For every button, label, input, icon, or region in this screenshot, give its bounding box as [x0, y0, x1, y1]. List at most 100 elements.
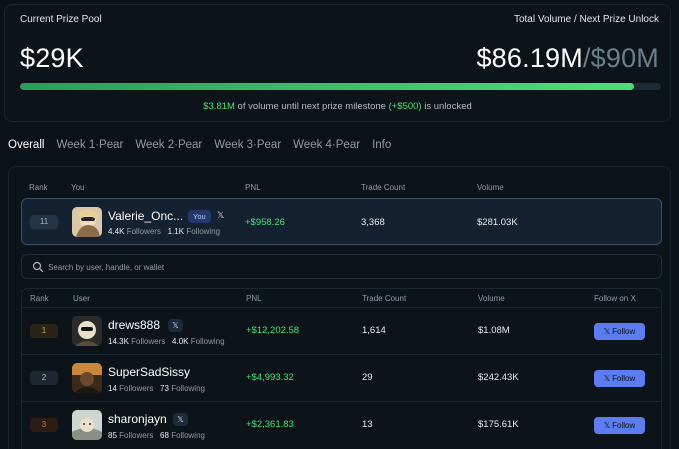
avatar-image — [72, 410, 102, 440]
you-header-you: You — [71, 183, 85, 192]
username[interactable]: SuperSadSissy — [108, 365, 190, 379]
following-label: Following — [171, 384, 205, 393]
table-row[interactable]: 2 SuperSadSissy 14 Followers 73 Followin… — [22, 354, 661, 401]
rank-badge: 1 — [30, 324, 58, 338]
rank-badge: 2 — [30, 371, 58, 385]
tab-week-4[interactable]: Week 4·Pear — [293, 139, 360, 151]
following-label: Following — [186, 227, 221, 236]
x-icon: 𝕏 — [603, 421, 611, 430]
header-user: User — [73, 294, 90, 303]
you-header-rank: Rank — [29, 183, 48, 192]
prize-pool-value: $29K — [20, 43, 84, 73]
table-row[interactable]: 3 sharonjayn 𝕏 85 Followers 68 Following… — [22, 401, 661, 448]
followers-label: Followers — [119, 384, 154, 393]
followers-label: Followers — [126, 227, 161, 236]
your-follow-stats: 4.4K Followers 1.1K Following — [108, 227, 220, 236]
followers-label: Followers — [119, 431, 154, 440]
volume-target: $90M — [590, 43, 659, 73]
follow-button[interactable]: 𝕏 Follow — [594, 323, 645, 340]
tab-overall[interactable]: Overall — [8, 139, 44, 151]
milestone-text-1: of volume until next prize milestone — [234, 101, 389, 112]
avatar — [72, 316, 102, 346]
header-pnl: PNL — [246, 294, 262, 303]
avatar — [72, 410, 102, 440]
leaderboard-panel: Rank You PNL Trade Count Volume 11 Valer… — [8, 166, 671, 449]
avatar-image — [72, 207, 102, 237]
follow-stats: 14.3K Followers 4.0K Following — [108, 337, 225, 346]
x-icon: 𝕏 — [603, 327, 611, 336]
prize-pool-card: Current Prize Pool Total Volume / Next P… — [4, 4, 671, 122]
follow-stats: 14 Followers 73 Following — [108, 384, 205, 393]
you-badge: You — [188, 210, 211, 223]
trade-count: 1,614 — [362, 325, 386, 336]
rank-badge: 3 — [30, 418, 58, 432]
tab-week-3[interactable]: Week 3·Pear — [214, 139, 281, 151]
your-username[interactable]: Valerie_Onc... — [108, 209, 183, 223]
milestone-amount: $3.81M — [203, 101, 235, 112]
follow-button[interactable]: 𝕏 Follow — [594, 370, 645, 387]
followers-count: 85 — [108, 431, 117, 440]
following-count: 73 — [160, 384, 169, 393]
volume-value: $242.43K — [478, 372, 519, 383]
leaderboard-table: Rank User PNL Trade Count Volume Follow … — [21, 288, 662, 449]
avatar-image — [72, 316, 102, 346]
follow-label: Follow — [612, 421, 636, 430]
volume-progress-fill — [20, 83, 635, 90]
you-header-volume: Volume — [477, 183, 504, 192]
tab-week-2[interactable]: Week 2·Pear — [135, 139, 202, 151]
header-rank: Rank — [30, 294, 49, 303]
username[interactable]: sharonjayn — [108, 412, 167, 426]
follow-label: Follow — [612, 374, 636, 383]
x-icon[interactable]: 𝕏 — [168, 319, 183, 332]
following-count: 4.0K — [172, 337, 189, 346]
pnl-value: +$4,993.32 — [246, 372, 294, 383]
you-header-trades: Trade Count — [361, 183, 406, 192]
x-icon: 𝕏 — [603, 374, 611, 383]
you-header-pnl: PNL — [245, 183, 261, 192]
milestone-bonus: (+$500) — [388, 101, 422, 112]
table-row[interactable]: 1 drews888 𝕏 14.3K Followers 4.0K Follow… — [22, 307, 661, 354]
tab-week-1[interactable]: Week 1·Pear — [56, 139, 123, 151]
avatar — [72, 363, 102, 393]
volume-progress-bar — [20, 83, 661, 90]
follow-button[interactable]: 𝕏 Follow — [594, 417, 645, 434]
username[interactable]: drews888 — [108, 318, 160, 332]
your-rank-row: 11 Valerie_Onc... You 𝕏 4.4K Followers 1… — [21, 198, 662, 245]
volume-label: Total Volume / Next Prize Unlock — [513, 14, 659, 25]
following-count: 1.1K — [167, 227, 185, 236]
avatar — [72, 207, 102, 237]
followers-count: 4.4K — [108, 227, 125, 236]
pnl-value: +$2,361.83 — [246, 419, 294, 430]
x-icon[interactable]: 𝕏 — [173, 413, 188, 426]
rank-badge: 11 — [30, 215, 58, 229]
trade-count: 13 — [362, 419, 373, 430]
following-count: 68 — [160, 431, 169, 440]
milestone-text-2: is unlocked — [421, 101, 472, 112]
search-icon — [32, 261, 44, 273]
pnl-value: +$12,202.58 — [246, 325, 300, 336]
search-box — [21, 254, 662, 279]
volume-value: $86.19M/$90M — [476, 43, 659, 74]
your-volume: $281.03K — [477, 217, 518, 228]
volume-current: $86.19M — [476, 43, 583, 73]
follow-label: Follow — [612, 327, 636, 336]
follow-stats: 85 Followers 68 Following — [108, 431, 205, 440]
prize-pool-label: Current Prize Pool — [20, 14, 102, 25]
tab-info[interactable]: Info — [372, 139, 391, 151]
volume-value: $1.08M — [478, 325, 510, 336]
your-pnl: +$958.26 — [245, 217, 285, 228]
x-icon[interactable]: 𝕏 — [217, 210, 224, 221]
milestone-note: $3.81M of volume until next prize milest… — [5, 101, 670, 112]
volume-separator: / — [582, 43, 591, 73]
following-label: Following — [190, 337, 225, 346]
period-tabs: Overall Week 1·Pear Week 2·Pear Week 3·P… — [8, 139, 403, 151]
header-trades: Trade Count — [362, 294, 407, 303]
search-input[interactable] — [48, 259, 548, 275]
following-label: Following — [171, 431, 205, 440]
header-follow: Follow on X — [594, 294, 636, 303]
header-volume: Volume — [478, 294, 505, 303]
avatar-image — [72, 363, 102, 393]
followers-label: Followers — [131, 337, 166, 346]
trade-count: 29 — [362, 372, 373, 383]
followers-count: 14 — [108, 384, 117, 393]
